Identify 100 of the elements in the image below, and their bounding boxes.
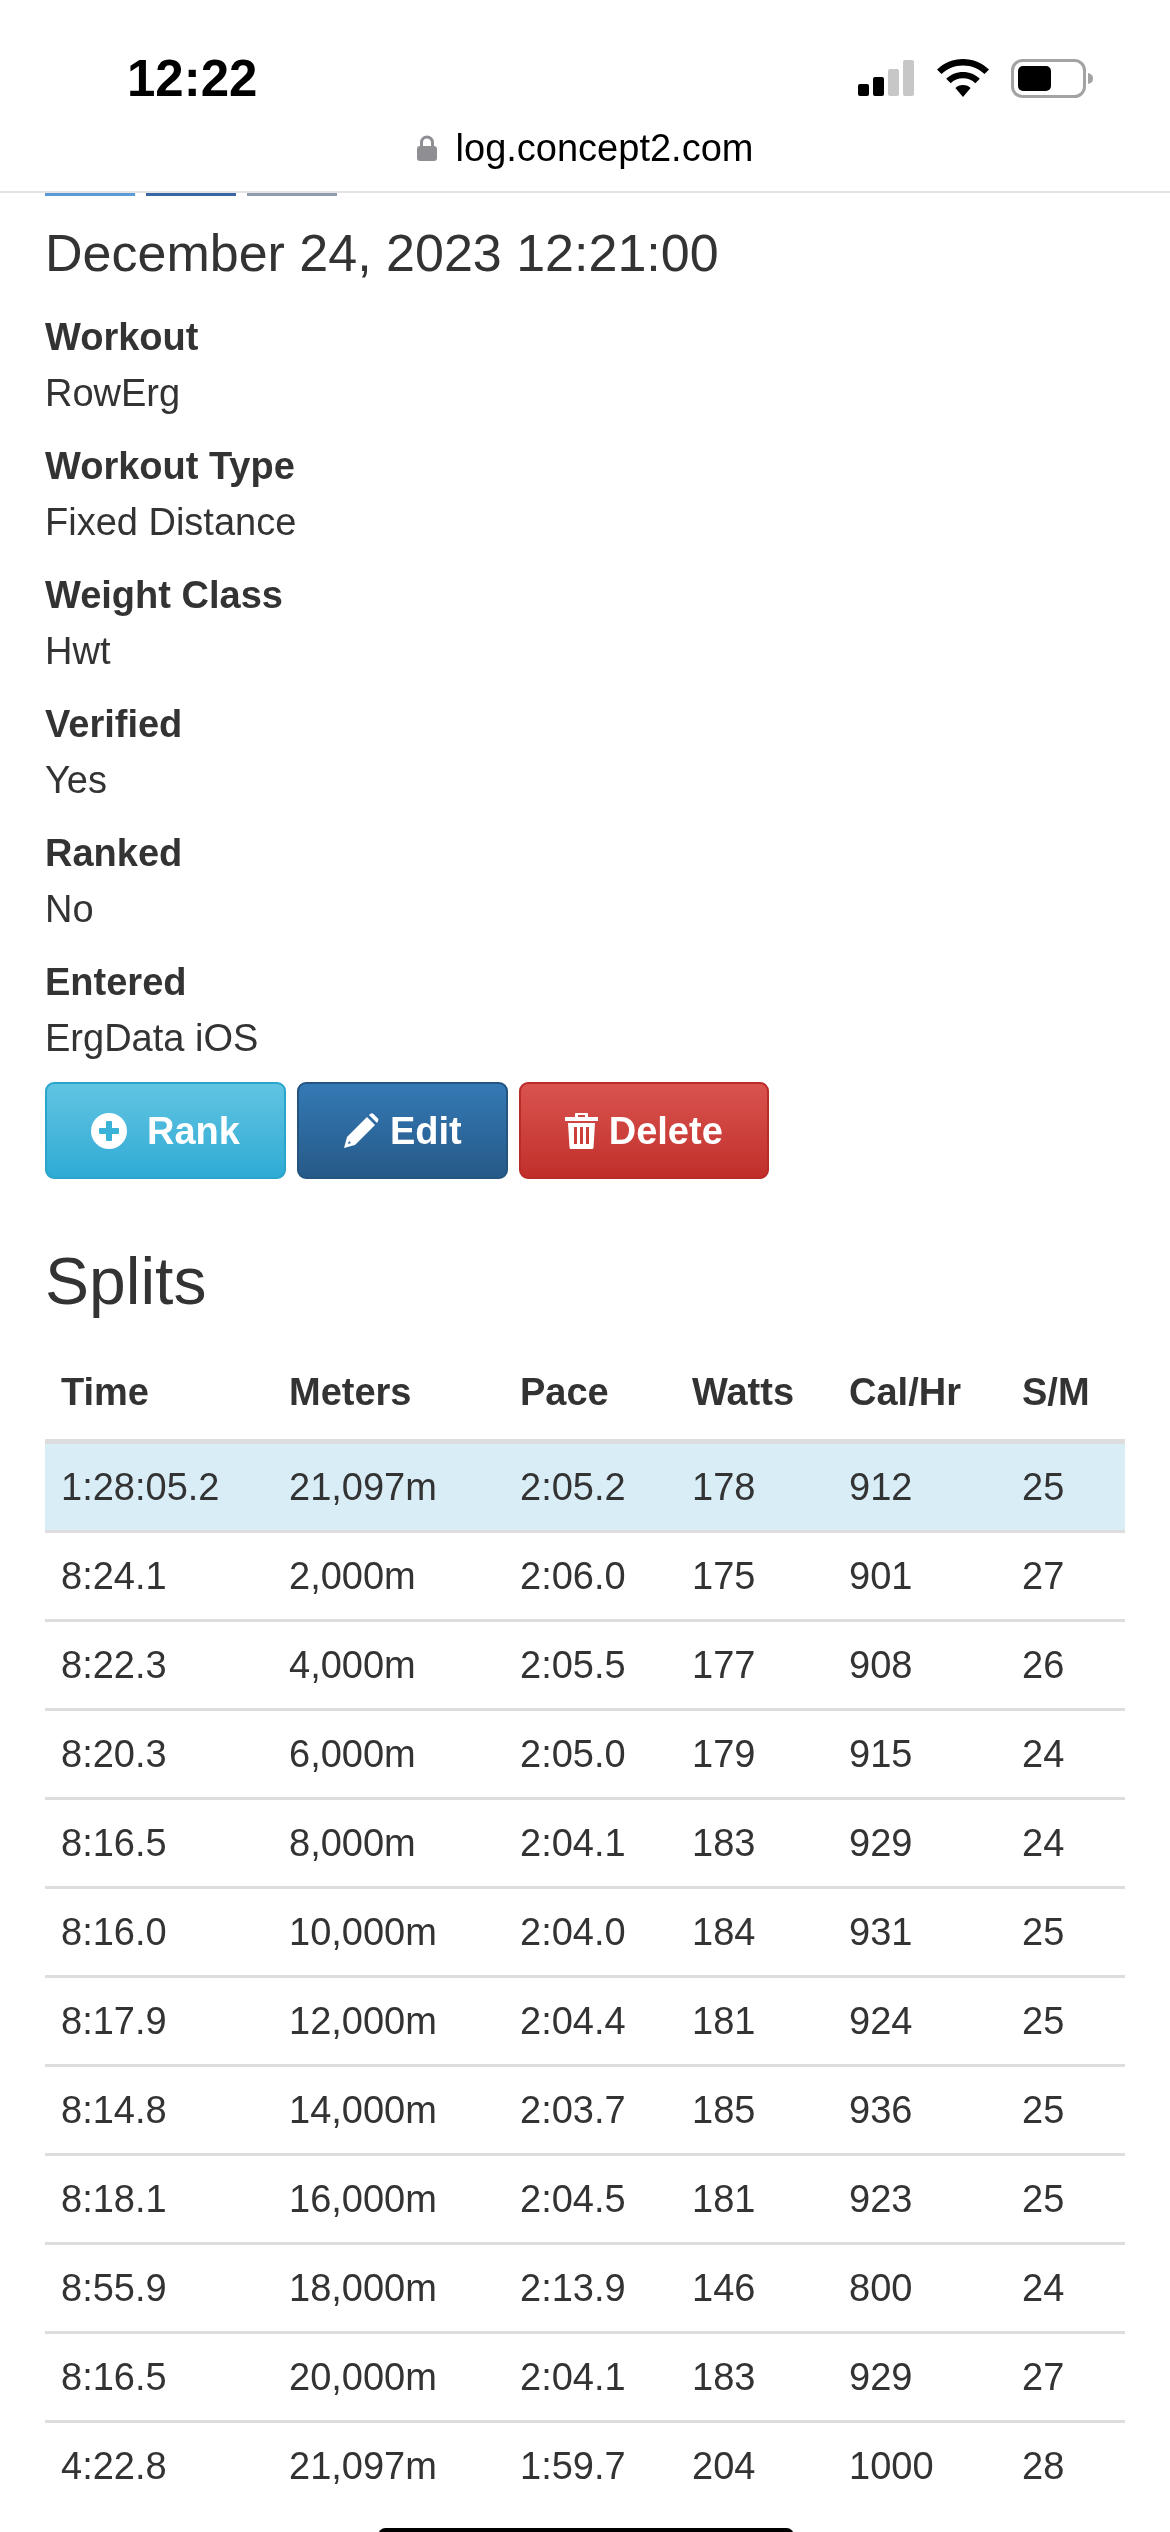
detail-label: Weight Class — [45, 573, 283, 618]
table-cell: 21,097m — [289, 1465, 437, 1508]
table-cell: 2:05.2 — [520, 1465, 626, 1508]
table-cell: 2,000m — [289, 1554, 416, 1597]
table-cell: 936 — [849, 2088, 913, 2131]
column-header: Meters — [289, 1370, 412, 1413]
table-cell: 10,000m — [289, 1910, 437, 1953]
table-cell: 184 — [692, 1910, 756, 1953]
table-cell: 929 — [849, 1821, 913, 1864]
table-cell: 181 — [692, 2177, 756, 2220]
detail-label: Verified — [45, 702, 183, 747]
table-cell: 21,097m — [289, 2444, 437, 2487]
table-cell: 1000 — [849, 2444, 934, 2487]
table-cell: 2:05.0 — [520, 1732, 626, 1775]
detail-value: Yes — [45, 758, 107, 803]
table-cell: 183 — [692, 1821, 756, 1864]
table-cell: 908 — [849, 1643, 913, 1686]
table-cell: 20,000m — [289, 2355, 437, 2398]
table-cell: 25 — [1022, 1910, 1065, 1953]
detail-label: Entered — [45, 960, 187, 1005]
table-cell: 14,000m — [289, 2088, 437, 2131]
pencil-icon — [342, 1112, 379, 1149]
table-cell: 24 — [1022, 2266, 1065, 2309]
table-cell: 24 — [1022, 1732, 1065, 1775]
battery-icon — [1011, 58, 1093, 98]
table-cell: 929 — [849, 2355, 913, 2398]
table-cell: 8:55.9 — [61, 2266, 167, 2309]
table-cell: 8:14.8 — [61, 2088, 167, 2131]
detail-value: ErgData iOS — [45, 1016, 259, 1061]
table-cell: 2:04.5 — [520, 2177, 626, 2220]
detail-value: Fixed Distance — [45, 500, 297, 545]
lock-icon — [416, 135, 437, 161]
table-cell: 931 — [849, 1910, 913, 1953]
plus-circle-icon — [91, 1112, 127, 1149]
table-cell: 8:17.9 — [61, 1999, 167, 2042]
column-header: Time — [61, 1370, 149, 1413]
table-cell: 912 — [849, 1465, 913, 1508]
column-header: S/M — [1022, 1370, 1090, 1413]
table-cell: 146 — [692, 2266, 756, 2309]
workout-date-title: December 24, 2023 12:21:00 — [45, 223, 720, 284]
detail-value: No — [45, 887, 94, 932]
table-cell: 2:04.0 — [520, 1910, 626, 1953]
table-cell: 8:16.0 — [61, 1910, 167, 1953]
detail-label: Workout Type — [45, 444, 295, 489]
status-time: 12:22 — [127, 52, 258, 104]
table-cell: 8:16.5 — [61, 1821, 167, 1864]
table-cell: 2:05.5 — [520, 1643, 626, 1686]
table-cell: 915 — [849, 1732, 913, 1775]
table-cell: 8:18.1 — [61, 2177, 167, 2220]
table-cell: 18,000m — [289, 2266, 437, 2309]
table-cell: 1:59.7 — [520, 2444, 626, 2487]
url-text[interactable]: log.concept2.com — [455, 129, 754, 167]
table-cell: 12,000m — [289, 1999, 437, 2042]
table-cell: 800 — [849, 2266, 913, 2309]
trash-icon — [564, 1112, 598, 1149]
table-cell: 8:16.5 — [61, 2355, 167, 2398]
delete-button[interactable]: Delete — [518, 1082, 769, 1179]
table-cell: 25 — [1022, 1999, 1065, 2042]
table-cell: 2:03.7 — [520, 2088, 626, 2131]
table-cell: 25 — [1022, 1465, 1065, 1508]
table-cell: 2:04.4 — [520, 1999, 626, 2042]
table-cell: 924 — [849, 1999, 913, 2042]
table-cell: 4:22.8 — [61, 2444, 167, 2487]
table-cell: 8:20.3 — [61, 1732, 167, 1775]
signal-icon — [858, 60, 915, 96]
table-cell: 181 — [692, 1999, 756, 2042]
table-cell: 901 — [849, 1554, 913, 1597]
table-cell: 25 — [1022, 2088, 1065, 2131]
table-cell: 16,000m — [289, 2177, 437, 2220]
column-header: Pace — [520, 1370, 609, 1413]
table-cell: 204 — [692, 2444, 756, 2487]
edit-button[interactable]: Edit — [296, 1082, 508, 1179]
detail-value: Hwt — [45, 629, 111, 674]
table-cell: 177 — [692, 1643, 756, 1686]
detail-label: Workout — [45, 315, 199, 360]
table-cell: 179 — [692, 1732, 756, 1775]
detail-value: RowErg — [45, 371, 181, 416]
table-cell: 2:04.1 — [520, 2355, 626, 2398]
table-cell: 175 — [692, 1554, 756, 1597]
column-header: Cal/Hr — [849, 1370, 961, 1413]
detail-label: Ranked — [45, 831, 183, 876]
table-cell: 8:24.1 — [61, 1554, 167, 1597]
table-cell: 2:04.1 — [520, 1821, 626, 1864]
table-cell: 178 — [692, 1465, 756, 1508]
table-cell: 26 — [1022, 1643, 1065, 1686]
section-heading: Splits — [45, 1243, 208, 1320]
table-cell: 2:13.9 — [520, 2266, 626, 2309]
table-cell: 185 — [692, 2088, 756, 2131]
table-cell: 2:06.0 — [520, 1554, 626, 1597]
table-cell: 8:22.3 — [61, 1643, 167, 1686]
table-cell: 183 — [692, 2355, 756, 2398]
table-cell: 25 — [1022, 2177, 1065, 2220]
table-cell: 1:28:05.2 — [61, 1465, 220, 1508]
table-cell: 28 — [1022, 2444, 1065, 2487]
table-cell: 923 — [849, 2177, 913, 2220]
table-cell: 6,000m — [289, 1732, 416, 1775]
table-cell: 27 — [1022, 2355, 1065, 2398]
column-header: Watts — [692, 1370, 795, 1413]
wifi-icon — [937, 59, 989, 97]
table-cell: 24 — [1022, 1821, 1065, 1864]
